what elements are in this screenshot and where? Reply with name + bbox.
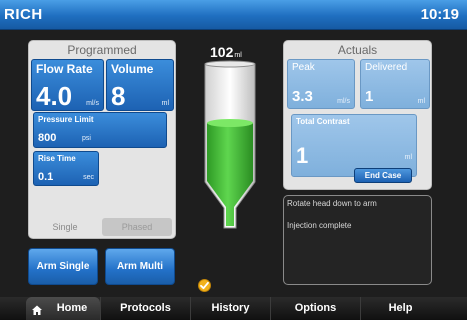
flow-rate-field[interactable]: Flow Rate 4.0 ml/s: [31, 59, 104, 111]
rise-time-label: Rise Time: [38, 154, 76, 163]
nav-tab-home[interactable]: Home: [26, 297, 100, 320]
fluid-surface: [207, 119, 253, 127]
volume-field[interactable]: Volume 8 ml: [106, 59, 174, 111]
syringe-volume: 102ml: [210, 44, 242, 60]
peak-field: Peak 3.3 ml/s: [287, 59, 355, 109]
message-line: Rotate head down to arm: [287, 199, 377, 208]
status-check-icon: [198, 279, 211, 292]
nav-label-home: Home: [56, 302, 88, 314]
title-text: RICH: [4, 6, 43, 23]
message-box: Rotate head down to arm Injection comple…: [283, 195, 432, 285]
peak-label: Peak: [292, 62, 315, 73]
actuals-title: Actuals: [337, 43, 378, 57]
peak-unit: ml/s: [337, 98, 350, 105]
peak-value: 3.3: [292, 88, 313, 105]
total-contrast-unit: ml: [404, 154, 412, 161]
volume-unit: ml: [161, 100, 169, 107]
flow-rate-value: 4.0: [36, 81, 73, 111]
pressure-limit-field[interactable]: Pressure Limit 800 psi: [33, 112, 167, 148]
total-contrast-label: Total Contrast: [296, 117, 350, 126]
title-bar: RICH 10:19: [0, 0, 467, 30]
mode-tab-single[interactable]: Single: [31, 218, 99, 236]
syringe-graphic: [204, 60, 256, 229]
clock: 10:19: [420, 6, 459, 23]
pressure-limit-label: Pressure Limit: [38, 115, 94, 124]
flow-rate-unit: ml/s: [86, 100, 99, 107]
programmed-title: Programmed: [67, 43, 137, 57]
nav-tab-protocols[interactable]: Protocols: [100, 297, 190, 320]
volume-value: 8: [111, 81, 126, 111]
volume-label: Volume: [111, 62, 154, 76]
flow-rate-label: Flow Rate: [36, 62, 93, 76]
end-case-button[interactable]: End Case: [354, 168, 412, 183]
arm-multi-button[interactable]: Arm Multi: [105, 248, 175, 285]
syringe-volume-unit: ml: [234, 52, 242, 59]
delivered-unit: ml: [417, 98, 425, 105]
injector-screen: RICH 10:19 Programmed Flow Rate 4.0 ml/s…: [0, 0, 467, 320]
programmed-panel: Programmed Flow Rate 4.0 ml/s Volume 8 m…: [28, 40, 176, 239]
syringe-volume-value: 102: [210, 44, 234, 60]
message-line: Injection complete: [287, 221, 352, 230]
pressure-limit-unit: psi: [82, 135, 91, 142]
pressure-limit-value: 800: [38, 132, 57, 144]
bottom-nav: Home Protocols History Options Help: [0, 297, 467, 320]
mode-tab-phased[interactable]: Phased: [102, 218, 172, 236]
nav-tab-help[interactable]: Help: [360, 297, 440, 320]
rise-time-value: 0.1: [38, 171, 54, 183]
rise-time-unit: sec: [83, 174, 94, 181]
nav-tab-options[interactable]: Options: [270, 297, 360, 320]
delivered-field: Delivered 1 ml: [360, 59, 430, 109]
delivered-label: Delivered: [365, 62, 408, 73]
home-icon: [31, 302, 43, 315]
barrel-rim: [204, 60, 256, 68]
delivered-value: 1: [365, 88, 374, 105]
rise-time-field[interactable]: Rise Time 0.1 sec: [33, 151, 99, 186]
syringe-fluid: [207, 123, 253, 226]
total-contrast-value: 1: [296, 143, 309, 168]
nav-tab-history[interactable]: History: [190, 297, 270, 320]
arm-single-button[interactable]: Arm Single: [28, 248, 98, 285]
